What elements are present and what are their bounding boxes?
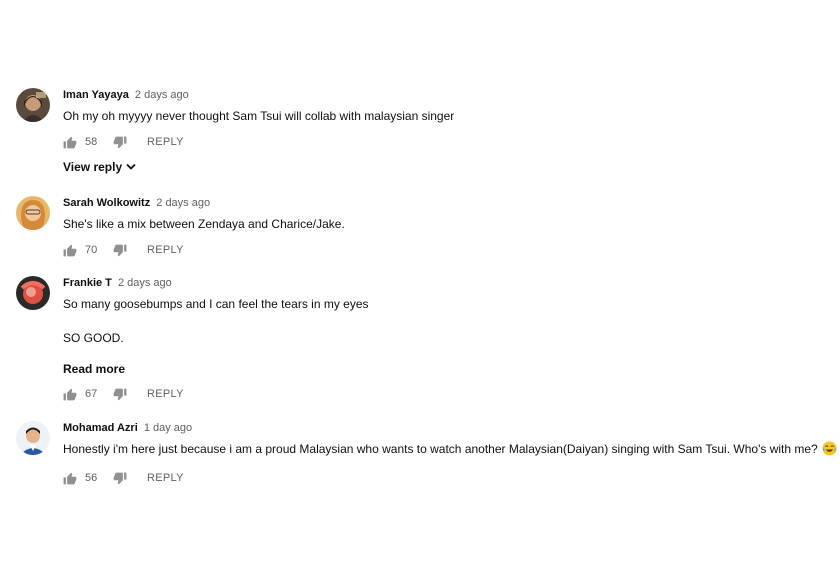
thumb-down-icon[interactable]	[113, 244, 127, 257]
avatar[interactable]	[16, 88, 50, 122]
reply-button[interactable]: REPLY	[147, 136, 184, 148]
thumb-up-icon[interactable]	[63, 388, 77, 401]
avatar[interactable]	[16, 276, 50, 310]
comment-text: Honestly i'm here just because i am a pr…	[63, 441, 838, 460]
timestamp[interactable]: 2 days ago	[135, 89, 189, 101]
like-count: 58	[85, 136, 98, 148]
thumb-up-icon[interactable]	[63, 472, 77, 485]
author-name[interactable]: Mohamad Azri	[63, 422, 138, 434]
tears-of-joy-emoji	[822, 441, 837, 460]
author-name[interactable]: Iman Yayaya	[63, 89, 129, 101]
author-name[interactable]: Frankie T	[63, 277, 112, 289]
like-count: 70	[85, 244, 98, 256]
comment-text-line: SO GOOD.	[63, 331, 124, 345]
action-bar: 70 REPLY	[63, 242, 838, 258]
chevron-down-icon	[126, 163, 136, 171]
reply-button[interactable]: REPLY	[147, 244, 184, 256]
avatar[interactable]	[16, 196, 50, 230]
timestamp[interactable]: 2 days ago	[156, 197, 210, 209]
thumb-up-icon[interactable]	[63, 136, 77, 149]
thumb-down-icon[interactable]	[113, 136, 127, 149]
reply-button[interactable]: REPLY	[147, 388, 184, 400]
view-reply-button[interactable]: View reply	[63, 160, 838, 174]
comment-text: So many goosebumps and I can feel the te…	[63, 296, 838, 346]
comment-text-line: So many goosebumps and I can feel the te…	[63, 297, 369, 311]
timestamp[interactable]: 1 day ago	[144, 422, 192, 434]
action-bar: 67 REPLY	[63, 386, 838, 402]
comment-text-content: Honestly i'm here just because i am a pr…	[63, 442, 818, 456]
action-bar: 58 REPLY	[63, 134, 838, 150]
like-count: 56	[85, 472, 98, 484]
author-name[interactable]: Sarah Wolkowitz	[63, 197, 150, 209]
reply-button[interactable]: REPLY	[147, 472, 184, 484]
thumb-up-icon[interactable]	[63, 244, 77, 257]
action-bar: 56 REPLY	[63, 470, 838, 486]
view-reply-label: View reply	[63, 160, 123, 174]
thumb-down-icon[interactable]	[113, 388, 127, 401]
read-more-button[interactable]: Read more	[63, 362, 838, 376]
thumb-down-icon[interactable]	[113, 472, 127, 485]
comment-text: Oh my oh myyyy never thought Sam Tsui wi…	[63, 109, 455, 123]
timestamp[interactable]: 2 days ago	[118, 277, 172, 289]
like-count: 67	[85, 388, 98, 400]
comment-text: She's like a mix between Zendaya and Cha…	[63, 217, 345, 231]
avatar[interactable]	[16, 421, 50, 455]
